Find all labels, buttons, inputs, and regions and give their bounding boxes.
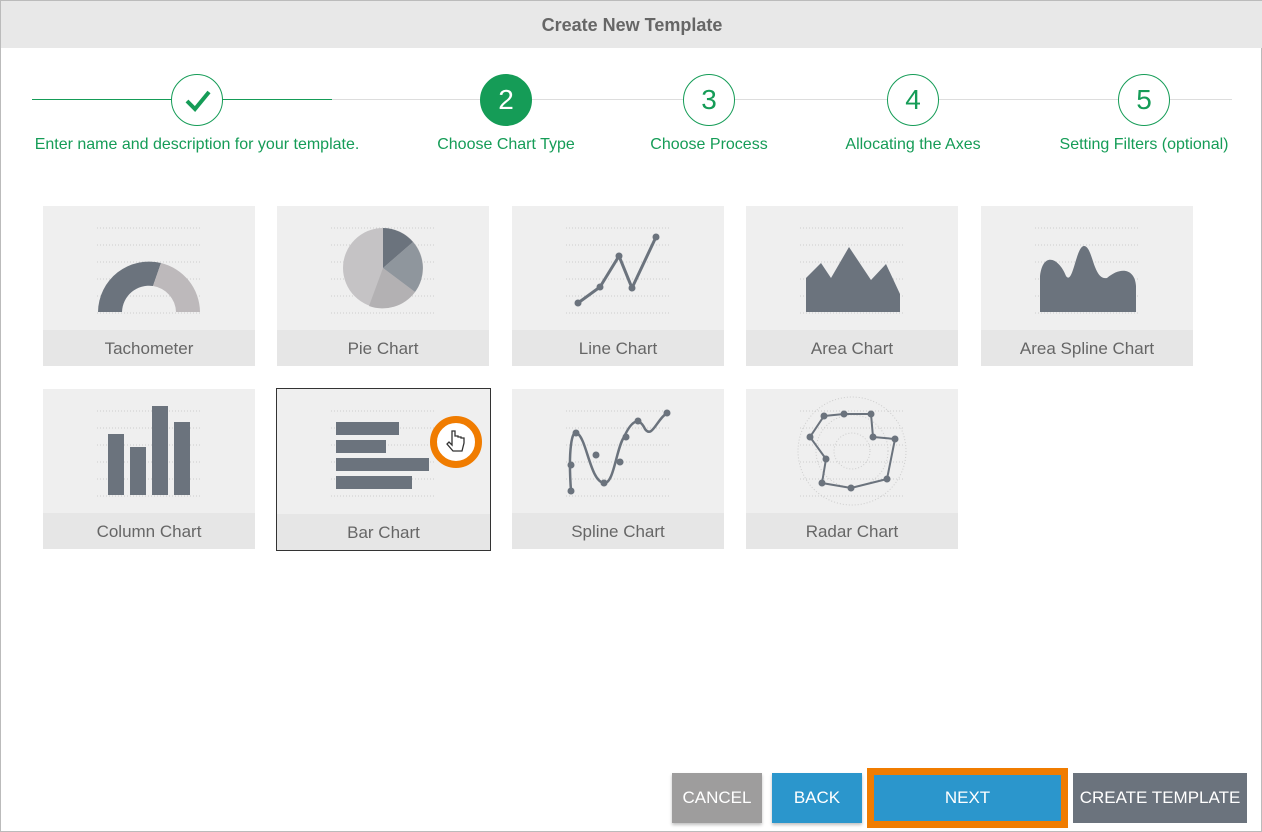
line-chart-icon [566,227,670,314]
card-label: Area Spline Chart [981,330,1193,366]
card-label: Spline Chart [512,513,724,549]
cancel-button[interactable]: CANCEL [672,773,762,823]
chart-type-area[interactable]: Area Chart [746,206,958,366]
area-chart-icon [800,227,904,314]
tachometer-icon [97,227,201,314]
next-button[interactable]: NEXT [874,775,1061,821]
step-5: 5 [1118,74,1170,126]
step-4-label: Allocating the Axes [845,136,981,153]
chart-type-radar[interactable]: Radar Chart [746,389,958,549]
radar-chart-icon [797,396,907,506]
create-template-button[interactable]: CREATE TEMPLATE [1073,773,1247,823]
card-label: Column Chart [43,513,255,549]
step-3-label: Choose Process [650,136,768,153]
step-4: 4 [887,74,939,126]
chart-type-column[interactable]: Column Chart [43,389,255,549]
card-label: Area Chart [746,330,958,366]
area-spline-chart-icon [1035,227,1139,314]
card-label: Pie Chart [277,330,489,366]
column-chart-icon [97,406,201,497]
step-2: 2 [480,74,532,126]
chart-type-pie[interactable]: Pie Chart [277,206,489,366]
hand-cursor-icon [430,416,482,468]
card-label: Radar Chart [746,513,958,549]
chart-type-tachometer[interactable]: Tachometer [43,206,255,366]
step-1-check-icon [171,74,223,126]
chart-type-spline[interactable]: Spline Chart [512,389,724,549]
spline-chart-icon [566,409,671,497]
chart-type-area-spline[interactable]: Area Spline Chart [981,206,1193,366]
card-label: Line Chart [512,330,724,366]
pie-chart-icon [331,227,435,314]
card-label: Bar Chart [277,514,490,550]
step-2-label: Choose Chart Type [437,136,575,153]
card-label: Tachometer [43,330,255,366]
step-3: 3 [683,74,735,126]
chart-type-bar[interactable]: Bar Chart [276,388,491,551]
step-5-label: Setting Filters (optional) [1059,136,1229,153]
step-1-label: Enter name and description for your temp… [34,136,360,153]
back-button[interactable]: BACK [772,773,862,823]
progress-line-pending [332,99,1232,100]
dialog-title: Create New Template [1,1,1262,48]
chart-type-line[interactable]: Line Chart [512,206,724,366]
